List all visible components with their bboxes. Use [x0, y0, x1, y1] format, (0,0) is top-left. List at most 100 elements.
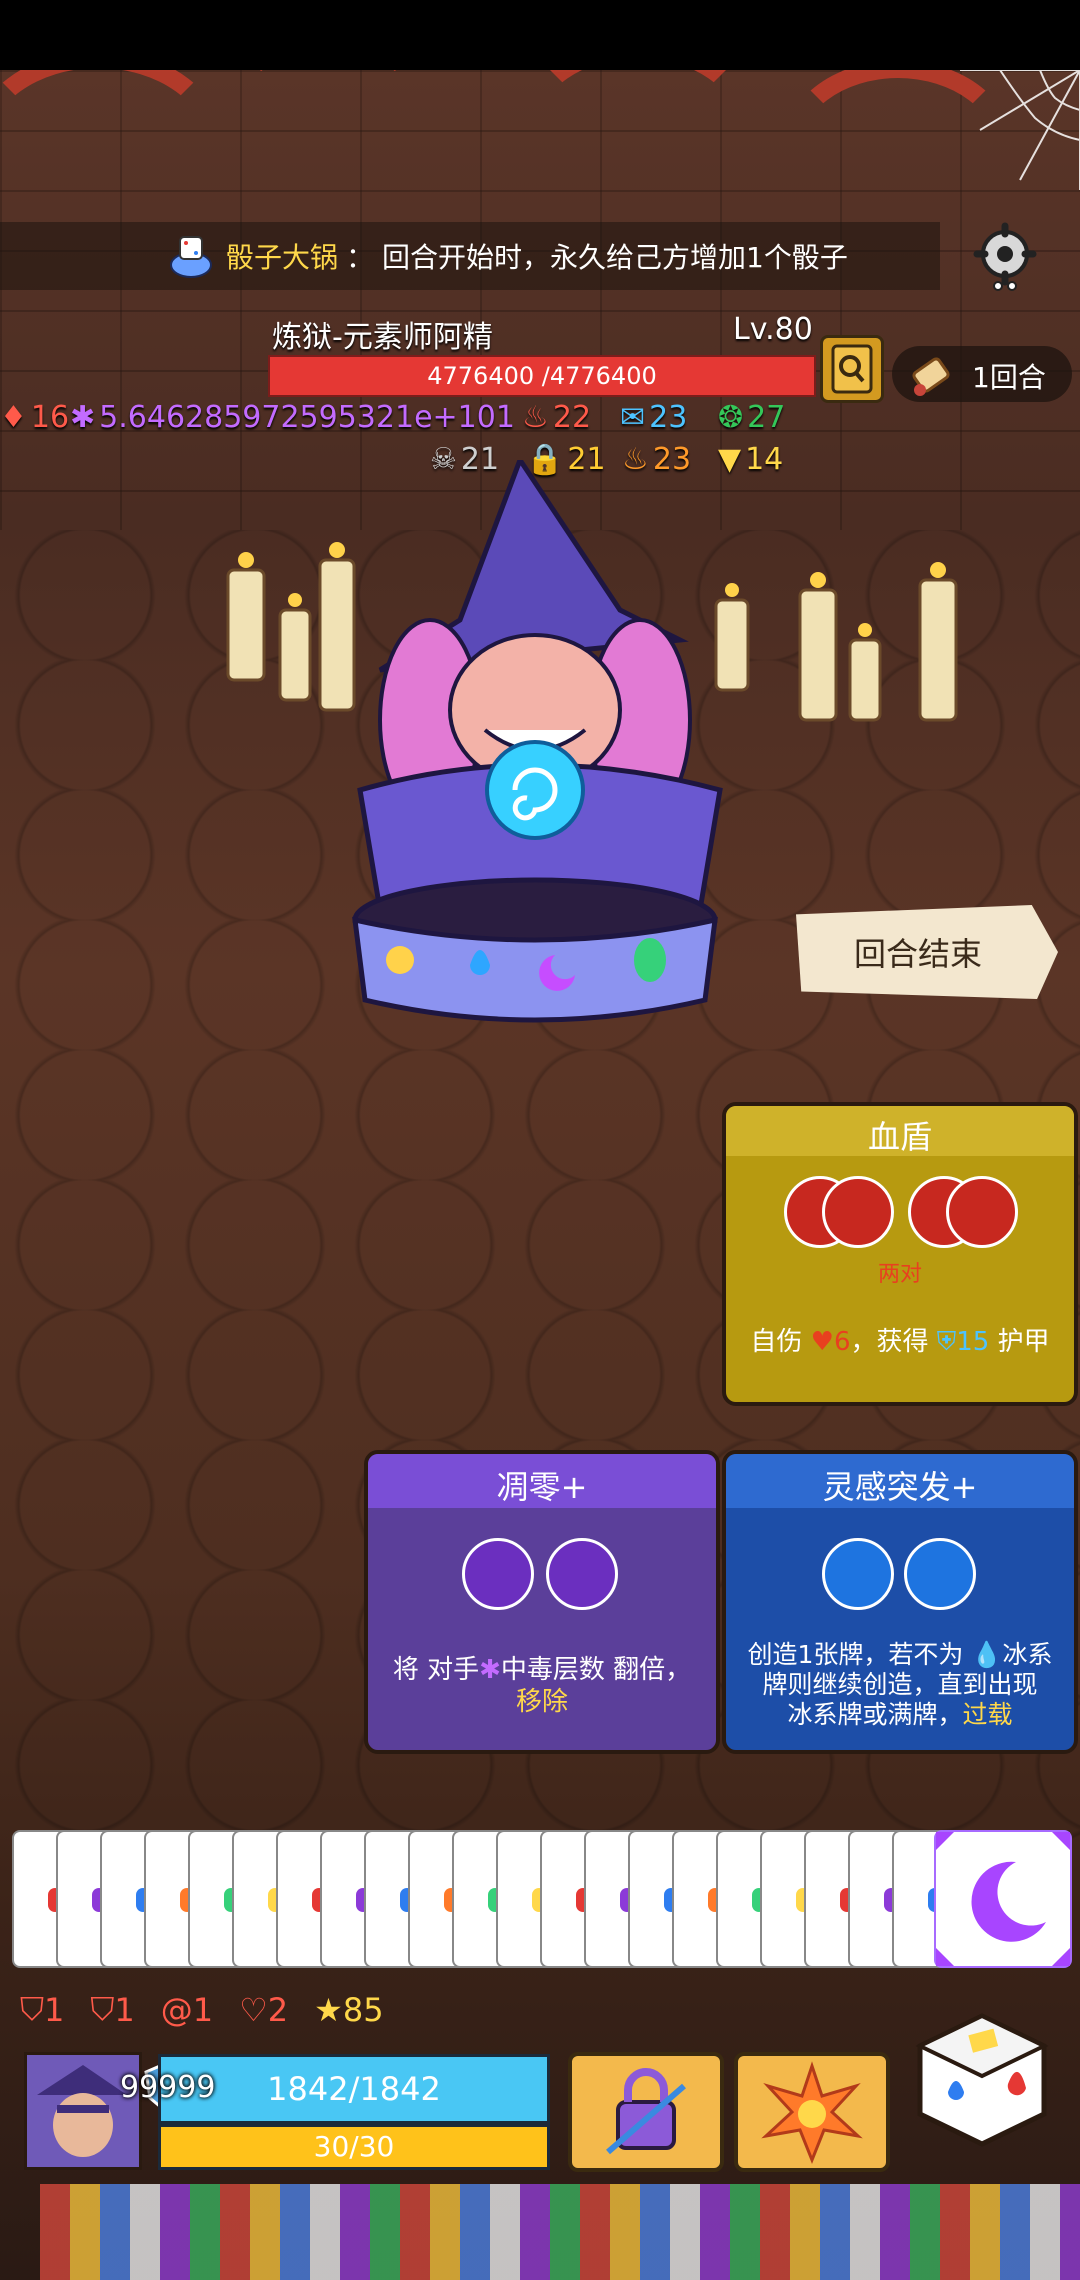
triangle-icon: ▼: [718, 442, 742, 477]
heart-shield-icon: ♡: [239, 1990, 268, 2029]
star-icon: ★: [314, 1990, 343, 2029]
speech-icon: ✉: [620, 400, 646, 435]
desc-text: 冰系牌或满牌，: [787, 1700, 963, 1729]
heart-icon: ♥: [810, 1327, 834, 1357]
burn-icon: ♨: [622, 442, 649, 477]
stat-value: 5.646285972595321e+101: [99, 400, 515, 435]
desc-text: 冰系: [1002, 1640, 1053, 1669]
water-drop-icon: 💧: [971, 1640, 1003, 1669]
status-value: 2: [267, 1990, 289, 2029]
lock-sword-icon: [606, 2068, 686, 2155]
card-wither[interactable]: 凋零+ 将 对手✱中毒层数 翻倍， 移除: [364, 1450, 720, 1754]
enemy-witch-sprite: [352, 460, 723, 1023]
stat-value: 14: [745, 442, 784, 477]
relic-banner: 骰子大锅 ： 回合开始时，永久给己方增加1个骰子: [0, 222, 940, 290]
magnifier-icon: [831, 344, 873, 394]
status-value: 85: [342, 1990, 384, 2029]
desc-text: 中毒层数 翻倍，: [500, 1655, 692, 1685]
enemy-level: Lv.80: [733, 312, 813, 347]
enemy-stat: ☠ 21: [430, 442, 499, 477]
desc-text: 将 对手: [392, 1655, 480, 1685]
relic-title: 骰子大锅: [226, 241, 339, 274]
poison-icon: ✱: [479, 1655, 501, 1685]
card-title: 血盾: [867, 1118, 932, 1156]
stat-value: 23: [649, 400, 688, 435]
overload-keyword: 过载: [962, 1700, 1013, 1729]
flame-icon: ♨: [522, 400, 549, 435]
stat-value: 16: [30, 400, 70, 435]
enemy-stat: 🔒 21: [526, 442, 606, 477]
settings-gear-icon[interactable]: [970, 222, 1040, 292]
fire-orb-icon: [946, 1176, 1018, 1248]
end-turn-label: 回合结束: [854, 935, 983, 973]
self-damage-value: 6: [833, 1327, 851, 1357]
turn-counter: 1回合: [892, 346, 1072, 402]
water-orb-icon: [904, 1538, 976, 1610]
relic-bar[interactable]: [40, 2184, 1080, 2280]
player-hp-bar: 1842/1842: [158, 2054, 550, 2124]
status-value: 1: [114, 1990, 135, 2029]
enemy-stat: ♨ 22: [522, 400, 591, 435]
remove-keyword: 移除: [515, 1687, 568, 1717]
player-shield-value: 99999: [120, 2070, 216, 2105]
card-description: 创造1张牌，若不为 💧冰系 牌则继续创造，直到出现 冰系牌或满牌，过载: [736, 1640, 1064, 1730]
enemy-hp-bar: 4776400 /4776400: [268, 355, 816, 397]
turn-label: 1回合: [972, 361, 1046, 394]
shield-icon: ⛨: [936, 1327, 957, 1357]
skill-lock-button[interactable]: [568, 2052, 724, 2172]
stat-value: 21: [567, 442, 606, 477]
desc-text: 护甲: [989, 1327, 1050, 1357]
fire-orb-icon: [822, 1176, 894, 1248]
player-status-row: ⛉ 1 ⛉ 1 @ 1 ♡ 2 ★ 85: [20, 1990, 384, 2029]
enemy-stat: ♨ 23: [622, 442, 691, 477]
card-subtitle: 两对: [877, 1262, 922, 1287]
end-turn-button[interactable]: 回合结束: [796, 905, 1058, 999]
player-energy-bar: 30/30: [158, 2124, 550, 2170]
enemy-stat: ▼ 14: [718, 442, 783, 477]
lock-icon: 🔒: [526, 442, 564, 477]
armor-value: 15: [956, 1327, 990, 1357]
skill-explosion-button[interactable]: [734, 2052, 890, 2172]
scroll-icon: [912, 357, 950, 396]
status-value: 1: [192, 1990, 214, 2029]
relic-separator: ：: [346, 241, 375, 274]
desc-text: 牌则继续创造，直到出现: [762, 1670, 1038, 1699]
enemy-stat: ✉ 23: [620, 400, 687, 435]
enemy-name: 炼狱-元素师阿精: [272, 320, 493, 355]
desc-text: 自伤: [750, 1327, 811, 1357]
moon-icon: [936, 1832, 1070, 1966]
player-energy-text: 30/30: [313, 2130, 395, 2163]
enemy-stat: ❂ 27: [718, 400, 785, 435]
explosion-icon: [761, 2061, 863, 2165]
poison-icon: ✱: [70, 400, 96, 435]
stat-value: 23: [652, 442, 692, 477]
card-description: 将 对手✱中毒层数 翻倍， 移除: [378, 1654, 706, 1718]
fist-shield-icon: ⛉: [20, 1990, 45, 2028]
water-orb-icon: [822, 1538, 894, 1610]
card-title: 灵感突发+: [822, 1468, 978, 1506]
card-description: 自伤 ♥6，获得 ⛨15 护甲: [736, 1326, 1064, 1358]
stat-value: 22: [552, 400, 592, 435]
hand-card-selected[interactable]: [934, 1830, 1072, 1968]
dice-pot-icon: [170, 236, 212, 278]
enemy-stat: ♦ 16: [0, 400, 69, 435]
enemy-info-book-button[interactable]: [820, 335, 884, 403]
stat-value: 21: [460, 442, 500, 477]
dice-roll-button[interactable]: [912, 2010, 1052, 2150]
desc-text: 创造1张牌，若不为: [747, 1640, 972, 1669]
card-blood-shield[interactable]: 血盾 两对 自伤 ♥6，获得 ⛨15 护甲: [722, 1102, 1078, 1406]
broken-shield-icon: ⛉: [90, 1990, 115, 2028]
fire-drop-icon: ♦: [0, 400, 27, 435]
spiderweb-icon: [960, 70, 1080, 190]
moon-orb-icon: [462, 1538, 534, 1610]
card-title: 凋零+: [496, 1468, 588, 1506]
stat-value: 27: [747, 400, 786, 435]
card-inspiration[interactable]: 灵感突发+ 创造1张牌，若不为 💧冰系 牌则继续创造，直到出现 冰系牌或满牌，过…: [722, 1450, 1078, 1754]
status-value: 1: [44, 1990, 65, 2029]
enemy-hp-text: 4776400 /4776400: [427, 362, 657, 390]
moon-orb-icon: [546, 1538, 618, 1610]
desc-text: ，获得: [850, 1327, 937, 1357]
relic-description: 回合开始时，永久给己方增加1个骰子: [382, 241, 848, 274]
skull-icon: ☠: [430, 442, 457, 477]
swirl-icon: ❂: [718, 400, 744, 435]
